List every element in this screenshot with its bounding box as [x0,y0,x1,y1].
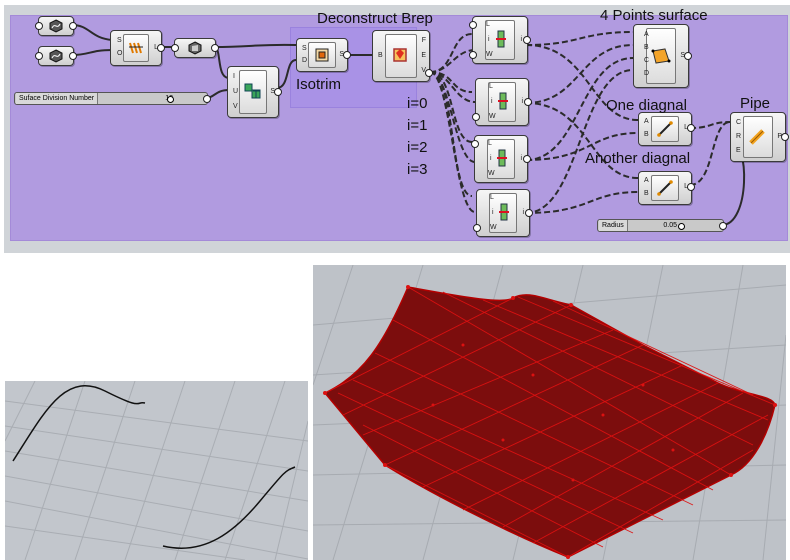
port-label: i [521,98,523,105]
four-points-surface-label: 4 Points surface [600,7,708,24]
deconstruct-brep-icon [393,48,407,62]
loft-component[interactable]: S O L [110,30,165,66]
port-label: i [492,209,494,216]
list-item-icon [498,92,508,110]
divide-domain-icon [244,83,261,99]
port-label: L [490,194,494,201]
curve-param-1[interactable] [35,16,77,36]
list-item-component-1[interactable]: L i W i [472,78,532,126]
curve-param-icon [49,49,63,63]
four-point-surface-component[interactable]: A B C D S [633,24,692,88]
port-label: S [302,45,307,52]
port-label: i [488,36,490,43]
port-label: A [644,177,649,184]
port-label: A [644,118,649,125]
input-curves-render [5,381,308,560]
surface-param[interactable] [171,38,219,58]
list-item-component-3[interactable]: L i W i [473,189,533,237]
line-component-1[interactable]: A B L [638,112,695,146]
divide-domain-component[interactable]: I U V S [227,66,282,118]
isotrim-icon [315,48,329,62]
port-label: C [736,119,742,126]
port-label: i [490,155,492,162]
port-label: V [233,103,238,110]
port-label: F [421,37,426,44]
viewport-input-curves[interactable] [5,381,308,560]
another-diagonal-label: Another diagnal [585,150,691,167]
port-label: A [644,31,649,38]
four-point-surface-icon [651,48,671,64]
port-label: W [490,224,497,231]
line-component-2[interactable]: A B L [638,171,695,205]
slider-knob[interactable] [167,96,174,103]
deconstruct-brep-component[interactable]: B F E V [372,30,433,82]
port-label: W [488,170,495,177]
port-label: W [486,51,493,58]
port-label: L [489,83,493,90]
list-item-icon [499,203,509,221]
port-label: B [644,190,649,197]
port-label: R [736,133,742,140]
port-label: D [302,57,308,64]
port-label: L [488,140,492,147]
port-label: E [421,52,426,59]
port-label: U [233,88,239,95]
index-0-label: i=0 [407,95,428,112]
port-label: L [486,21,490,28]
port-label: i [520,36,522,43]
index-3-label: i=3 [407,161,428,178]
index-1-label: i=1 [407,117,428,134]
list-item-component-2[interactable]: L i W i [471,135,531,183]
slider-name: Radius [599,220,628,231]
index-2-label: i=2 [407,139,428,156]
port-label: O [117,50,123,57]
port-label: D [644,70,650,77]
port-label: i [491,98,493,105]
port-label: B [378,52,383,59]
line-icon [657,180,673,196]
pipe-label: Pipe [740,95,771,112]
port-label: B [644,44,649,51]
slider-value: 0.05 [663,222,677,229]
port-label: i [522,209,524,216]
list-item-icon [497,149,507,167]
surface-param-icon [188,41,202,55]
port-label: W [489,113,496,120]
loft-icon [129,42,143,54]
division-slider[interactable]: Suface Division Number 12 [14,92,211,105]
viewport-diagrid-surface[interactable] [313,265,786,560]
diagrid-surface-render [313,265,786,560]
list-item-component-0[interactable]: L i W i [469,16,531,64]
isotrim-component[interactable]: S D S [296,38,351,72]
one-diagonal-label: One diagnal [606,97,687,114]
port-label: B [644,131,649,138]
pipe-icon [749,129,765,145]
port-label: C [644,57,650,64]
line-icon [657,121,673,137]
port-label: S [117,37,122,44]
port-label: I [233,73,235,80]
port-label: i [520,155,522,162]
pipe-component[interactable]: C R E P [730,112,789,162]
slider-knob[interactable] [678,223,685,230]
list-item-icon [496,30,506,48]
slider-name: Suface Division Number [16,93,99,104]
port-label: E [736,147,741,154]
curve-param-2[interactable] [35,46,77,66]
radius-slider[interactable]: Radius 0.05 [597,219,727,232]
curve-param-icon [49,19,63,33]
deconstruct-brep-label: Deconstruct Brep [317,10,433,27]
isotrim-label: Isotrim [296,76,341,93]
